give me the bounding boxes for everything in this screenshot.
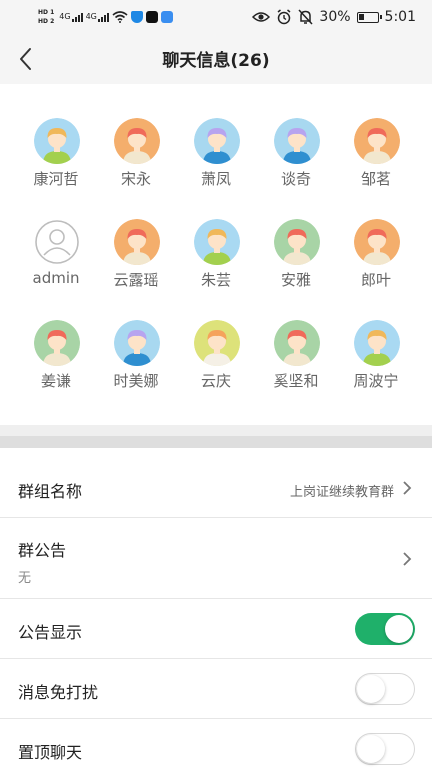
- avatar: [34, 118, 80, 164]
- avatar: [274, 219, 320, 265]
- group-name-row[interactable]: 群组名称 上岗证继续教育群: [0, 448, 432, 518]
- hd-indicators: HD 1 HD 2: [38, 9, 54, 26]
- toggle-knob: [357, 734, 385, 763]
- avatar: [354, 320, 400, 366]
- member-item[interactable]: 谈奇: [256, 118, 336, 204]
- pin-chat-row: 置顶聊天: [0, 719, 432, 768]
- avatar: [194, 118, 240, 164]
- show-announcement-row: 公告显示: [0, 599, 432, 659]
- battery-percent: 30%: [319, 9, 351, 25]
- member-item[interactable]: 朱芸: [176, 219, 256, 305]
- hd1-label: HD 1: [38, 8, 55, 16]
- announcement-label: 群公告: [18, 541, 67, 560]
- member-item[interactable]: 康河哲: [16, 118, 96, 204]
- pin-chat-label: 置顶聊天: [18, 743, 83, 762]
- member-name: 康河哲: [33, 170, 79, 188]
- toggle-knob: [357, 674, 385, 703]
- member-item[interactable]: admin: [16, 219, 96, 305]
- group-name-label: 群组名称: [18, 482, 83, 501]
- member-name: 周波宁: [353, 372, 399, 390]
- member-name: 宋永: [120, 170, 151, 188]
- group-name-value: 上岗证继续教育群: [289, 485, 394, 500]
- member-item[interactable]: 周波宁: [336, 320, 416, 406]
- member-name: 姜谦: [40, 372, 71, 390]
- eye-icon: [252, 12, 271, 22]
- avatar: [354, 219, 400, 265]
- member-name: 朱芸: [200, 271, 231, 289]
- mute-row: 消息免打扰: [0, 659, 432, 719]
- signal-bars-icon: [97, 12, 109, 22]
- hd2-label: HD 2: [38, 17, 55, 25]
- member-item[interactable]: 姜谦: [16, 320, 96, 406]
- pin-chat-toggle[interactable]: [355, 733, 415, 765]
- member-item[interactable]: 云庆: [176, 320, 256, 406]
- status-bar: HD 1 HD 2 4G 4G 30% 5:01: [0, 0, 432, 34]
- page-title: 聊天信息(26): [162, 51, 270, 71]
- avatar: [114, 118, 160, 164]
- default-user-icon: [34, 219, 80, 265]
- member-item[interactable]: 宋永: [96, 118, 176, 204]
- signal-2: 4G: [86, 12, 109, 22]
- member-item[interactable]: 邹茗: [336, 118, 416, 204]
- member-name: 邹茗: [360, 170, 391, 188]
- network-2-label: 4G: [85, 12, 97, 21]
- member-name: 安雅: [280, 271, 311, 289]
- app-header: 聊天信息(26): [0, 34, 432, 84]
- member-name: admin: [32, 269, 80, 287]
- signal-bars-icon: [71, 12, 83, 22]
- show-announcement-label: 公告显示: [18, 623, 83, 642]
- section-divider: [0, 425, 432, 448]
- member-name: 云露瑶: [113, 271, 159, 289]
- avatar: [194, 320, 240, 366]
- mute-toggle[interactable]: [355, 673, 415, 705]
- mute-bell-icon: [298, 9, 313, 25]
- member-item[interactable]: 郎叶: [336, 219, 416, 305]
- status-right: 30% 5:01: [252, 6, 416, 28]
- announcement-row[interactable]: 群公告 无: [0, 518, 432, 599]
- battery-icon: [356, 11, 382, 23]
- wifi-icon: [112, 11, 128, 23]
- network-1-label: 4G: [59, 12, 71, 21]
- toggle-knob: [385, 615, 413, 643]
- member-item[interactable]: 萧凤: [176, 118, 256, 204]
- member-item[interactable]: 安雅: [256, 219, 336, 305]
- member-name: 谈奇: [280, 170, 311, 188]
- avatar: [114, 219, 160, 265]
- avatar: [274, 320, 320, 366]
- member-item[interactable]: 时美娜: [96, 320, 176, 406]
- member-name: 萧凤: [200, 170, 231, 188]
- chevron-right-icon: [403, 481, 412, 495]
- member-name: 云庆: [200, 372, 231, 390]
- member-name: 郎叶: [360, 271, 391, 289]
- shield-app-icon: [130, 11, 143, 23]
- show-announcement-toggle[interactable]: [355, 613, 415, 645]
- clock: 5:01: [384, 9, 416, 25]
- member-name: 时美娜: [113, 372, 159, 390]
- member-item[interactable]: 奚坚和: [256, 320, 336, 406]
- mute-label: 消息免打扰: [18, 683, 99, 702]
- avatar: [274, 118, 320, 164]
- signal-1: 4G: [59, 12, 83, 22]
- alarm-icon: [277, 9, 291, 25]
- announcement-value: 无: [18, 571, 32, 586]
- member-grid: 康河哲 宋永 萧凤 谈奇 邹茗 admin 云露瑶 朱芸 安雅 郎叶姜谦 时美娜 云庆 奚坚和 周波宁: [0, 84, 432, 425]
- avatar: [354, 118, 400, 164]
- status-left: HD 1 HD 2 4G 4G: [38, 4, 173, 30]
- avatar: [34, 320, 80, 366]
- member-name: 奚坚和: [273, 372, 319, 390]
- member-item[interactable]: 云露瑶: [96, 219, 176, 305]
- cloud-app-icon: [160, 11, 173, 23]
- avatar: [114, 320, 160, 366]
- chevron-right-icon: [403, 552, 412, 566]
- notification-app-icon: [145, 11, 158, 23]
- avatar: [194, 219, 240, 265]
